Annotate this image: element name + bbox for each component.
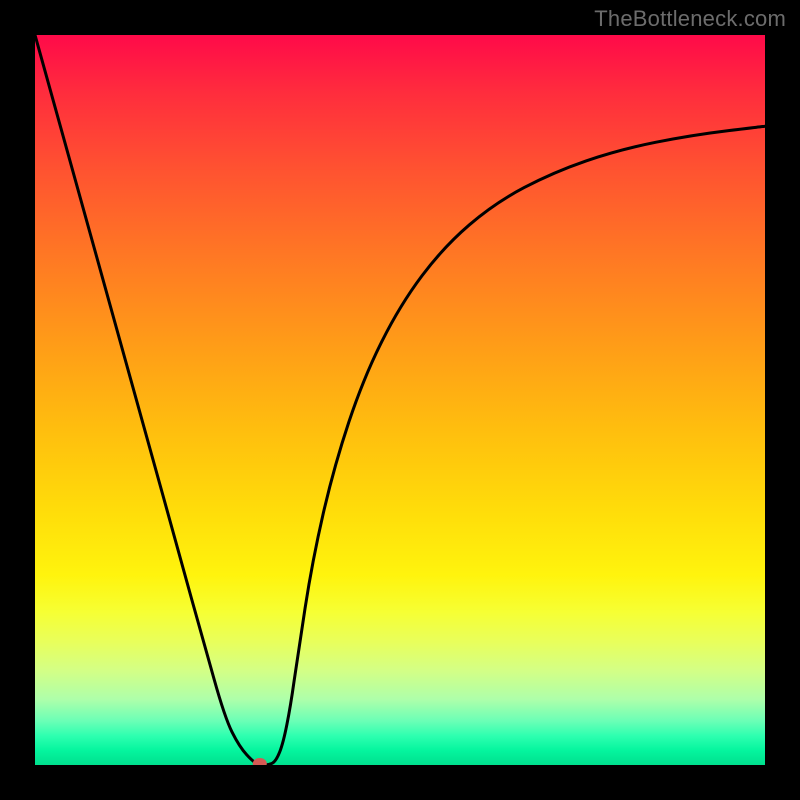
curve-layer [35,35,765,765]
optimum-marker [253,758,267,765]
plot-area [35,35,765,765]
bottleneck-curve [35,35,765,765]
watermark-text: TheBottleneck.com [594,6,786,32]
curve-path-group [35,35,765,765]
chart-frame: TheBottleneck.com [0,0,800,800]
